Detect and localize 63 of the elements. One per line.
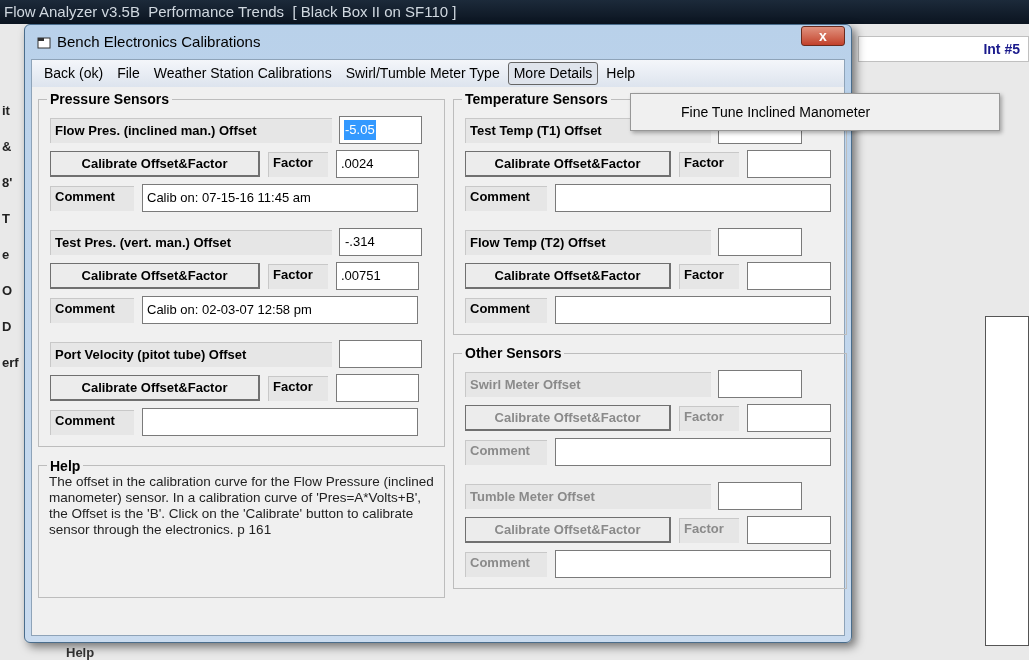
factor-label: Factor [268,151,328,177]
calibrate-button[interactable]: Calibrate Offset&Factor [465,263,671,289]
comment-label: Comment [465,551,547,577]
factor-field[interactable] [336,374,419,402]
dialog-title: Bench Electronics Calibrations [57,31,261,52]
group-title: Temperature Sensors [462,91,611,107]
comment-label: Comment [465,439,547,465]
offset-label: Swirl Meter Offset [465,371,711,397]
factor-field[interactable]: .00751 [336,262,419,290]
offset-field[interactable] [339,340,422,368]
factor-field[interactable] [747,150,831,178]
offset-field[interactable] [718,228,802,256]
factor-label: Factor [679,151,739,177]
comment-label: Comment [50,185,134,211]
factor-field[interactable] [747,262,831,290]
menu-item[interactable]: Help [600,62,642,85]
background-text: D [2,320,12,334]
comment-label: Comment [465,297,547,323]
background-text: it [2,104,10,118]
background-text: 8' [2,176,13,190]
background-help-label: Help [66,644,95,660]
background-text: erf [2,356,19,370]
calibrate-button[interactable]: Calibrate Offset&Factor [50,263,260,289]
comment-label: Comment [465,185,547,211]
comment-label: Comment [50,409,134,435]
comment-field[interactable]: Calib on: 02-03-07 12:58 pm [142,296,418,324]
factor-label: Factor [679,263,739,289]
offset-label: Flow Pres. (inclined man.) Offset [50,117,332,143]
offset-label: Tumble Meter Offset [465,483,711,509]
factor-label: Factor [679,405,739,431]
menu-item[interactable]: Back (ok) [38,62,110,85]
comment-field[interactable] [142,408,418,436]
offset-label: Port Velocity (pitot tube) Offset [50,341,332,367]
comment-field[interactable] [555,184,831,212]
calibrate-button[interactable]: Calibrate Offset&Factor [50,375,260,401]
factor-label: Factor [679,517,739,543]
menu-item[interactable]: Swirl/Tumble Meter Type [339,62,506,85]
close-button[interactable]: x [801,26,845,46]
background-text: O [2,284,13,298]
comment-label: Comment [50,297,134,323]
factor-label: Factor [268,375,328,401]
factor-field[interactable]: .0024 [336,150,419,178]
help-title: Help [47,458,84,474]
offset-label: Test Pres. (vert. man.) Offset [50,229,332,255]
menu-item[interactable]: File [111,62,146,85]
window-icon [37,35,51,49]
background-text: T [2,212,10,226]
help-text: The offset in the calibration curve for the Flow Pressure (inclined manometer) sensor. In a calibration curve of 'Pres=A*Volts+B', the Offset is the 'B'. Click on the 'Calibrate' button to calibrate sensor through the electronics. p 161 [49,474,434,538]
comment-field[interactable] [555,296,831,324]
calibrate-button[interactable]: Calibrate Offset&Factor [465,151,671,177]
comment-field[interactable]: Calib on: 07-15-16 11:45 am [142,184,418,212]
calibrate-button[interactable]: Calibrate Offset&Factor [50,151,260,177]
group-title: Other Sensors [462,345,565,361]
offset-label: Flow Temp (T2) Offset [465,229,711,255]
factor-label: Factor [268,263,328,289]
background-text: e [2,248,10,262]
background-text: & [2,140,12,154]
offset-field[interactable]: -.314 [339,228,422,256]
int-label: Int #5 [983,39,1020,59]
menu-item[interactable]: More Details [507,62,599,85]
menu-item[interactable]: Weather Station Calibrations [147,62,338,85]
group-title: Pressure Sensors [47,91,173,107]
app-title: Flow Analyzer v3.5B Performance Trends [ Black Box II on SF110 ] [4,1,457,22]
